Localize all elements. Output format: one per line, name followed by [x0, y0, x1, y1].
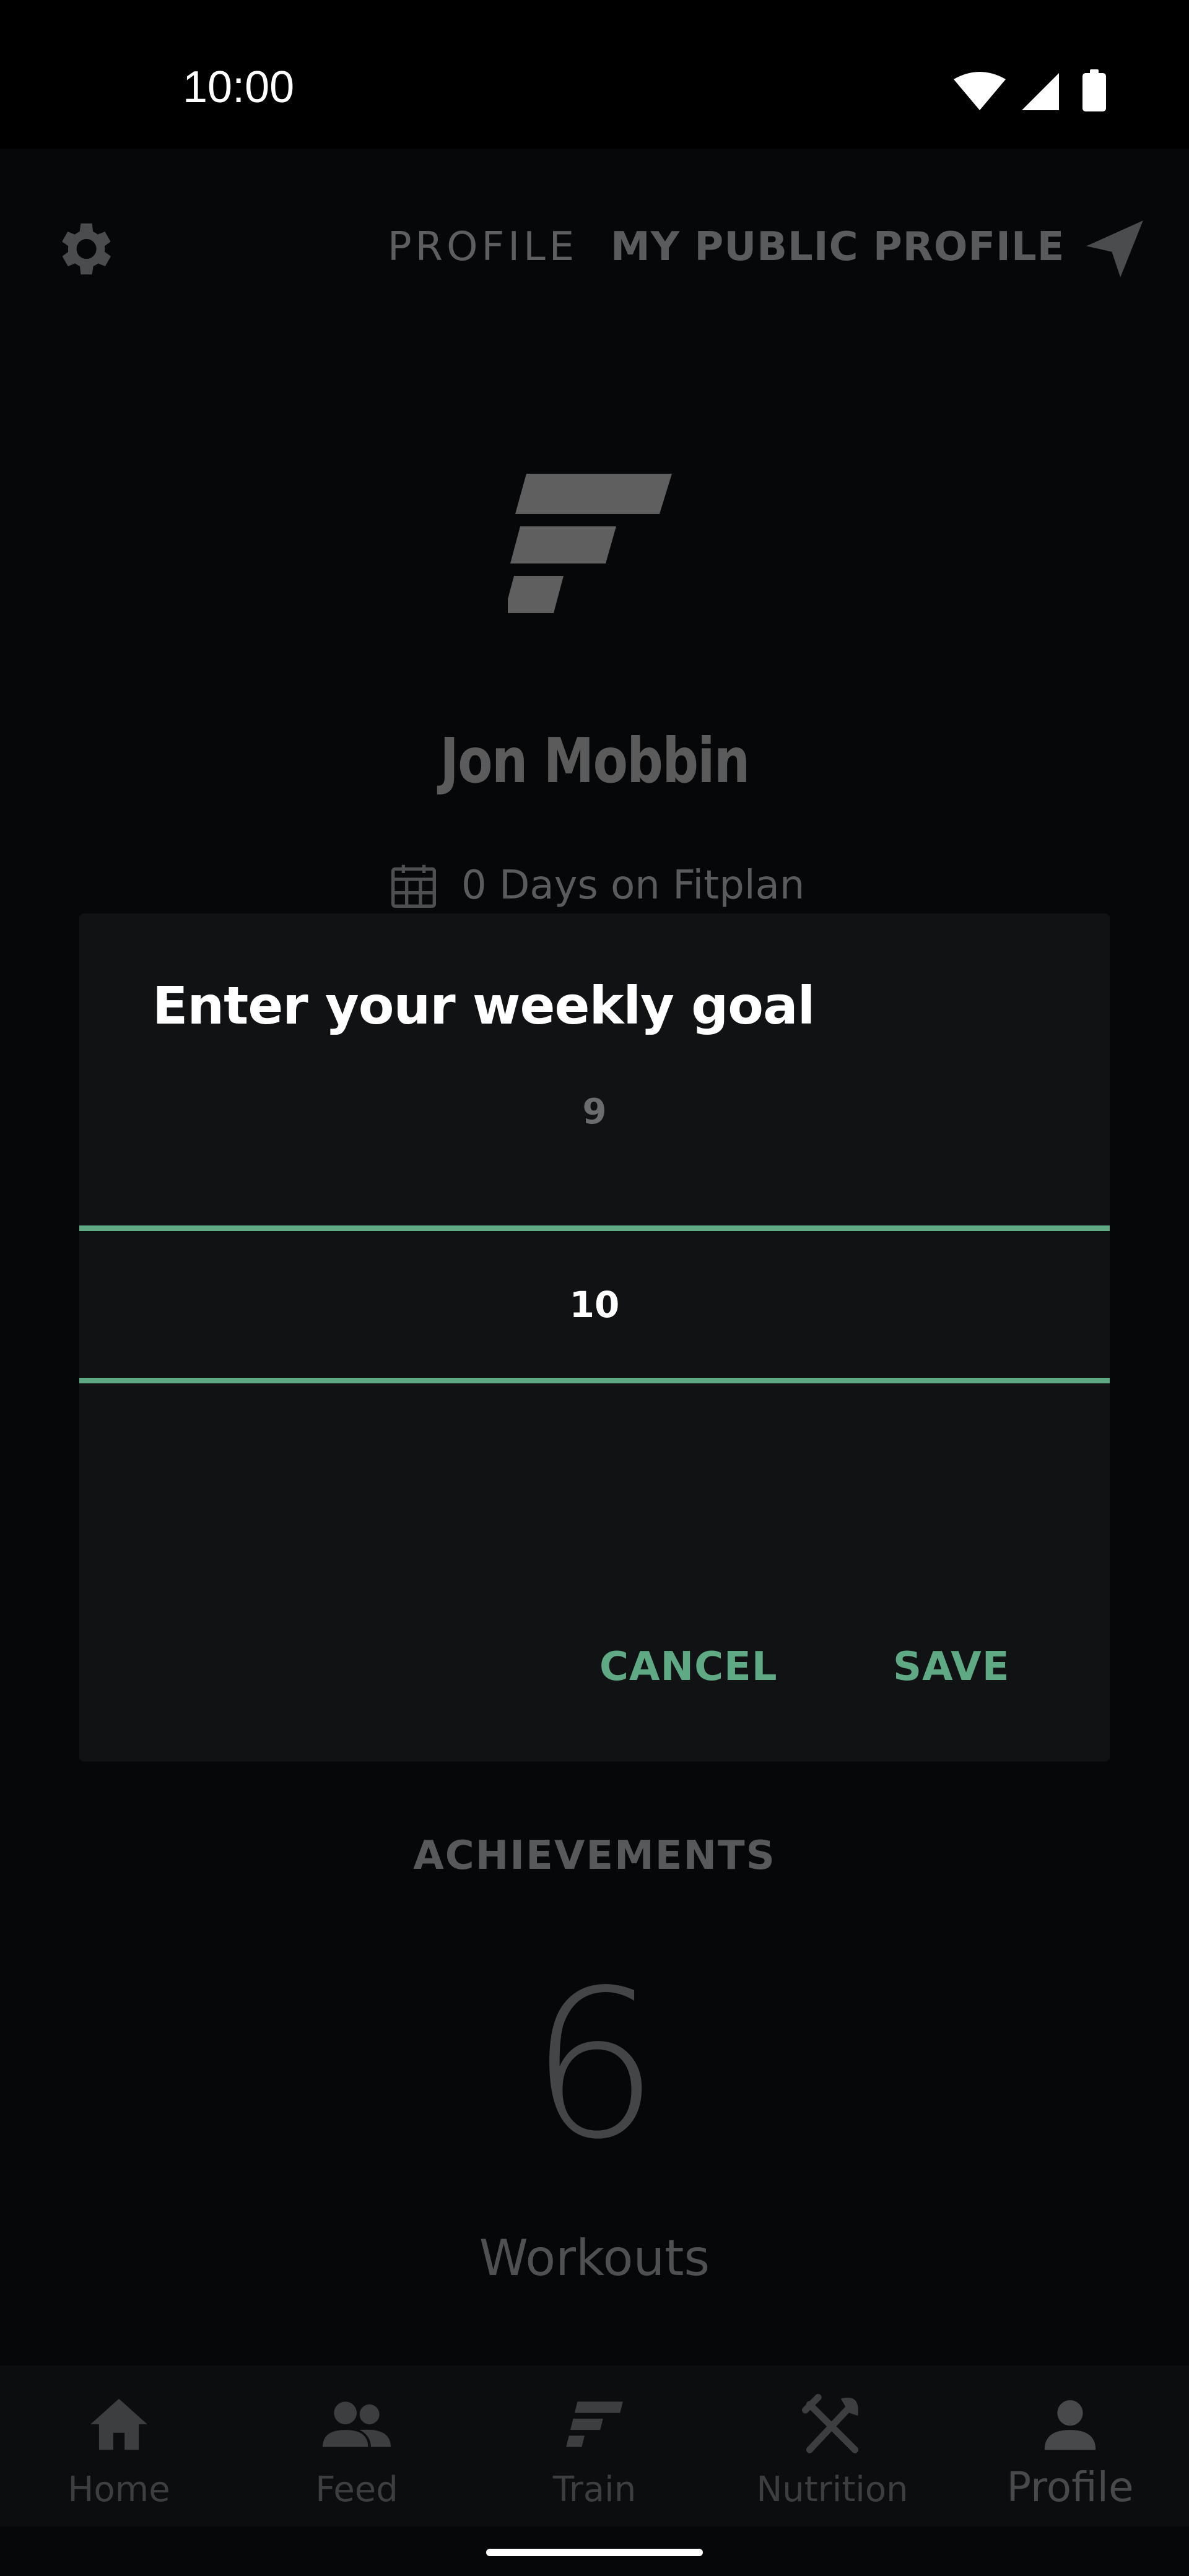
picker-value-above[interactable]: 9	[79, 1056, 1110, 1167]
workouts-count: 6	[529, 1946, 660, 2184]
dialog-title: Enter your weekly goal	[152, 975, 815, 1036]
wifi-icon	[954, 72, 1006, 110]
number-picker[interactable]: 9 10	[79, 1056, 1110, 1427]
person-icon	[1044, 2400, 1096, 2450]
tab-my-public-profile[interactable]: MY PUBLIC PROFILE	[611, 224, 1065, 270]
fork-knife-icon	[801, 2393, 859, 2453]
nav-label-nutrition: Nutrition	[756, 2469, 908, 2510]
people-icon	[323, 2401, 391, 2447]
nav-label-profile: Profile	[1006, 2463, 1134, 2511]
gear-icon[interactable]	[50, 215, 118, 283]
fitplan-logo-icon	[566, 2401, 623, 2447]
days-text: 0 Days on Fitplan	[461, 863, 805, 908]
save-button[interactable]: SAVE	[893, 1644, 1010, 1690]
profile-name: Jon Mobbin	[440, 724, 750, 797]
nav-feed[interactable]: Feed	[238, 2378, 476, 2514]
achievements-heading: ACHIEVEMENTS	[413, 1833, 776, 1879]
calendar-icon	[391, 864, 436, 908]
fitplan-logo	[508, 474, 672, 613]
picker-divider-top	[79, 1225, 1110, 1231]
workouts-label: Workouts	[479, 2229, 710, 2287]
home-icon	[90, 2398, 147, 2450]
status-time: 10:00	[183, 63, 295, 112]
status-bar: 10:00	[0, 0, 1189, 149]
nav-profile[interactable]: Profile	[951, 2378, 1189, 2514]
cancel-button[interactable]: CANCEL	[599, 1644, 778, 1690]
days-on-fitplan: 0 Days on Fitplan	[387, 855, 804, 916]
nav-nutrition[interactable]: Nutrition	[713, 2378, 951, 2514]
battery-icon	[1082, 69, 1106, 111]
picker-value-selected[interactable]: 10	[79, 1231, 1110, 1378]
nav-train[interactable]: Train	[476, 2378, 713, 2514]
paper-plane-icon[interactable]	[1081, 215, 1149, 283]
nav-label-train: Train	[552, 2469, 637, 2510]
nav-home[interactable]: Home	[0, 2378, 238, 2514]
weekly-goal-dialog: Enter your weekly goal 9 10 CANCEL SAVE	[79, 913, 1110, 1762]
status-icons	[954, 69, 1106, 111]
cell-signal-icon	[1022, 73, 1059, 110]
tab-profile[interactable]: PROFILE	[388, 224, 578, 270]
nav-label-home: Home	[68, 2469, 170, 2510]
home-indicator[interactable]	[486, 2549, 703, 2556]
nav-label-feed: Feed	[315, 2469, 398, 2510]
picker-divider-bottom	[79, 1378, 1110, 1383]
